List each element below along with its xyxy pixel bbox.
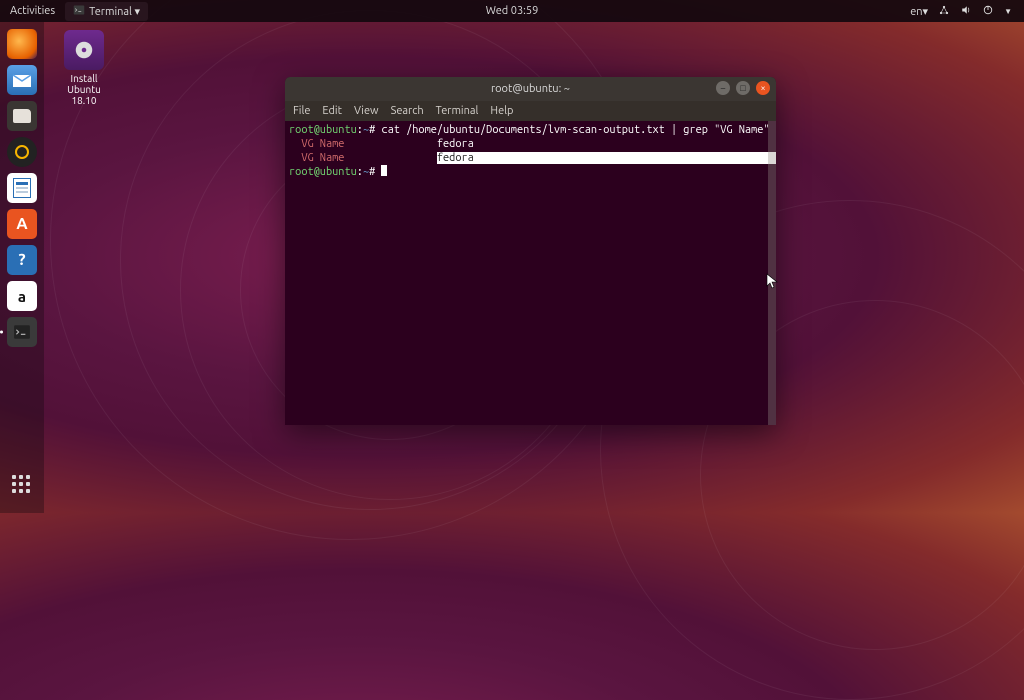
dock-mail[interactable]	[6, 64, 38, 96]
activities-button[interactable]: Activities	[10, 5, 55, 17]
cdrom-icon	[64, 30, 104, 70]
window-minimize-button[interactable]: –	[716, 81, 730, 95]
menu-edit[interactable]: Edit	[322, 105, 342, 117]
window-close-button[interactable]: ×	[756, 81, 770, 95]
dock-files[interactable]	[6, 100, 38, 132]
dock-terminal[interactable]	[6, 316, 38, 348]
dock-amazon[interactable]: a	[6, 280, 38, 312]
dock: A ? a	[0, 22, 44, 513]
menu-search[interactable]: Search	[391, 105, 424, 117]
dock-help[interactable]: ?	[6, 244, 38, 276]
clock[interactable]: Wed 03:59	[486, 5, 539, 17]
active-app-indicator[interactable]: Terminal ▾	[65, 2, 148, 21]
dock-writer[interactable]	[6, 172, 38, 204]
terminal-line: VG Name fedora	[289, 151, 772, 165]
active-app-label: Terminal ▾	[89, 5, 140, 18]
power-icon[interactable]	[982, 4, 994, 19]
dropdown-icon[interactable]: ▼	[1004, 7, 1012, 16]
desktop-icon-install-ubuntu[interactable]: Install Ubuntu 18.10	[55, 30, 113, 106]
terminal-menubar: File Edit View Search Terminal Help	[285, 101, 776, 121]
terminal-line: root@ubuntu:~# cat /home/ubuntu/Document…	[289, 123, 772, 137]
menu-terminal[interactable]: Terminal	[436, 105, 479, 117]
window-titlebar[interactable]: root@ubuntu: ~ – □ ×	[285, 77, 776, 101]
dock-apps-button[interactable]	[6, 473, 38, 505]
lang-indicator[interactable]: en▾	[910, 5, 928, 18]
window-title: root@ubuntu: ~	[491, 83, 570, 95]
desktop-icon-label: Install Ubuntu 18.10	[55, 73, 113, 106]
menu-help[interactable]: Help	[490, 105, 513, 117]
terminal-line: root@ubuntu:~#	[289, 165, 772, 179]
menu-view[interactable]: View	[354, 105, 379, 117]
volume-icon[interactable]	[960, 4, 972, 19]
menu-file[interactable]: File	[293, 105, 310, 117]
terminal-line: VG Name fedora	[289, 137, 772, 151]
apps-grid-icon	[12, 475, 32, 495]
terminal-icon	[73, 4, 85, 19]
terminal-window: root@ubuntu: ~ – □ × File Edit View Sear…	[285, 77, 776, 425]
terminal-body[interactable]: root@ubuntu:~# cat /home/ubuntu/Document…	[285, 121, 776, 425]
dock-software[interactable]: A	[6, 208, 38, 240]
terminal-cursor	[381, 165, 387, 176]
window-maximize-button[interactable]: □	[736, 81, 750, 95]
dock-firefox[interactable]	[6, 28, 38, 60]
top-bar: Activities Terminal ▾ Wed 03:59 en▾ ▼	[0, 0, 1024, 22]
dock-rhythmbox[interactable]	[6, 136, 38, 168]
network-icon[interactable]	[938, 4, 950, 19]
mouse-cursor-icon	[766, 273, 778, 293]
